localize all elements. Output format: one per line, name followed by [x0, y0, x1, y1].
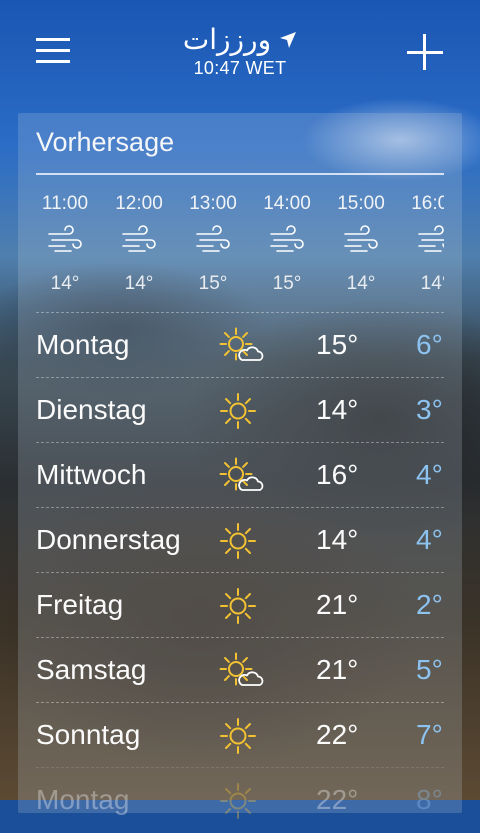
hourly-temp: 15°: [198, 273, 228, 294]
day-name: Montag: [36, 784, 130, 815]
low-temp: 5°: [416, 654, 443, 685]
daily-row[interactable]: Montag 22° 8°: [36, 767, 444, 833]
high-temp: 14°: [316, 394, 359, 425]
day-name: Sonntag: [36, 719, 141, 750]
low-temp: 4°: [416, 524, 443, 555]
hourly-temp: 14°: [346, 273, 376, 294]
wind-icon: [343, 225, 379, 255]
day-name: Samstag: [36, 654, 147, 685]
hourly-strip[interactable]: 11:00 14° 12:00 14° 13:00 15° 14:00 15° 15:00 14°…: [36, 179, 444, 313]
high-temp: 22°: [316, 784, 359, 815]
high-temp: 22°: [316, 719, 359, 750]
high-temp: 21°: [316, 654, 359, 685]
hourly-time: 12:00: [115, 193, 163, 214]
high-temp: 15°: [316, 329, 359, 360]
day-name: Freitag: [36, 589, 124, 620]
forecast-card: Vorhersage 11:00 14° 12:00 14° 13:00 15° 14:00…: [18, 113, 462, 819]
sun-icon: [218, 781, 264, 821]
low-temp: 6°: [416, 329, 443, 360]
hourly-time: 15:00: [337, 193, 385, 214]
wind-icon: [417, 225, 444, 255]
wind-icon: [47, 225, 83, 255]
low-temp: 8°: [416, 784, 443, 815]
high-temp: 16°: [316, 459, 359, 490]
local-time: 10:47 WET: [193, 58, 287, 78]
hourly-time: 16:00: [411, 193, 444, 214]
day-name: Donnerstag: [36, 524, 181, 555]
partly-cloudy-icon: [218, 651, 264, 691]
daily-row[interactable]: Samstag 21° 5°: [36, 637, 444, 703]
sun-icon: [218, 586, 264, 626]
hourly-temp: 14°: [124, 273, 154, 294]
sun-icon: [218, 716, 264, 756]
sun-icon: [218, 521, 264, 561]
forecast-title: Vorhersage: [36, 127, 175, 157]
location-title[interactable]: ورززات 10:47 WET: [140, 24, 340, 79]
high-temp: 14°: [316, 524, 359, 555]
daily-row[interactable]: Montag 15° 6°: [36, 312, 444, 378]
high-temp: 21°: [316, 589, 359, 620]
daily-row[interactable]: Dienstag 14° 3°: [36, 377, 444, 443]
daily-row[interactable]: Sonntag 22° 7°: [36, 702, 444, 768]
hourly-temp: 14°: [420, 273, 444, 294]
city-name: ورززات: [182, 24, 272, 55]
low-temp: 3°: [416, 394, 443, 425]
day-name: Mittwoch: [36, 459, 147, 490]
hourly-time: 14:00: [263, 193, 311, 214]
hourly-temp: 15°: [272, 273, 302, 294]
app-header: ورززات 10:47 WET: [0, 0, 480, 100]
wind-icon: [195, 225, 231, 255]
location-arrow-icon: [280, 32, 297, 48]
wind-icon: [269, 225, 305, 255]
partly-cloudy-icon: [218, 456, 264, 496]
hourly-time: 11:00: [41, 193, 89, 214]
plus-icon[interactable]: [404, 32, 446, 74]
day-name: Montag: [36, 329, 130, 360]
wind-icon: [121, 225, 157, 255]
low-temp: 2°: [416, 589, 443, 620]
daily-row[interactable]: Freitag 21° 2°: [36, 572, 444, 638]
hourly-time: 13:00: [189, 193, 237, 214]
daily-row[interactable]: Mittwoch 16° 4°: [36, 442, 444, 508]
hourly-temp: 14°: [50, 273, 80, 294]
sun-icon: [218, 391, 264, 431]
menu-icon[interactable]: [30, 34, 76, 70]
low-temp: 7°: [416, 719, 443, 750]
partly-cloudy-icon: [218, 326, 264, 366]
title-divider: [36, 173, 444, 175]
daily-row[interactable]: Donnerstag 14° 4°: [36, 507, 444, 573]
day-name: Dienstag: [36, 394, 147, 425]
low-temp: 4°: [416, 459, 443, 490]
city-name-row: ورززات: [183, 24, 297, 56]
